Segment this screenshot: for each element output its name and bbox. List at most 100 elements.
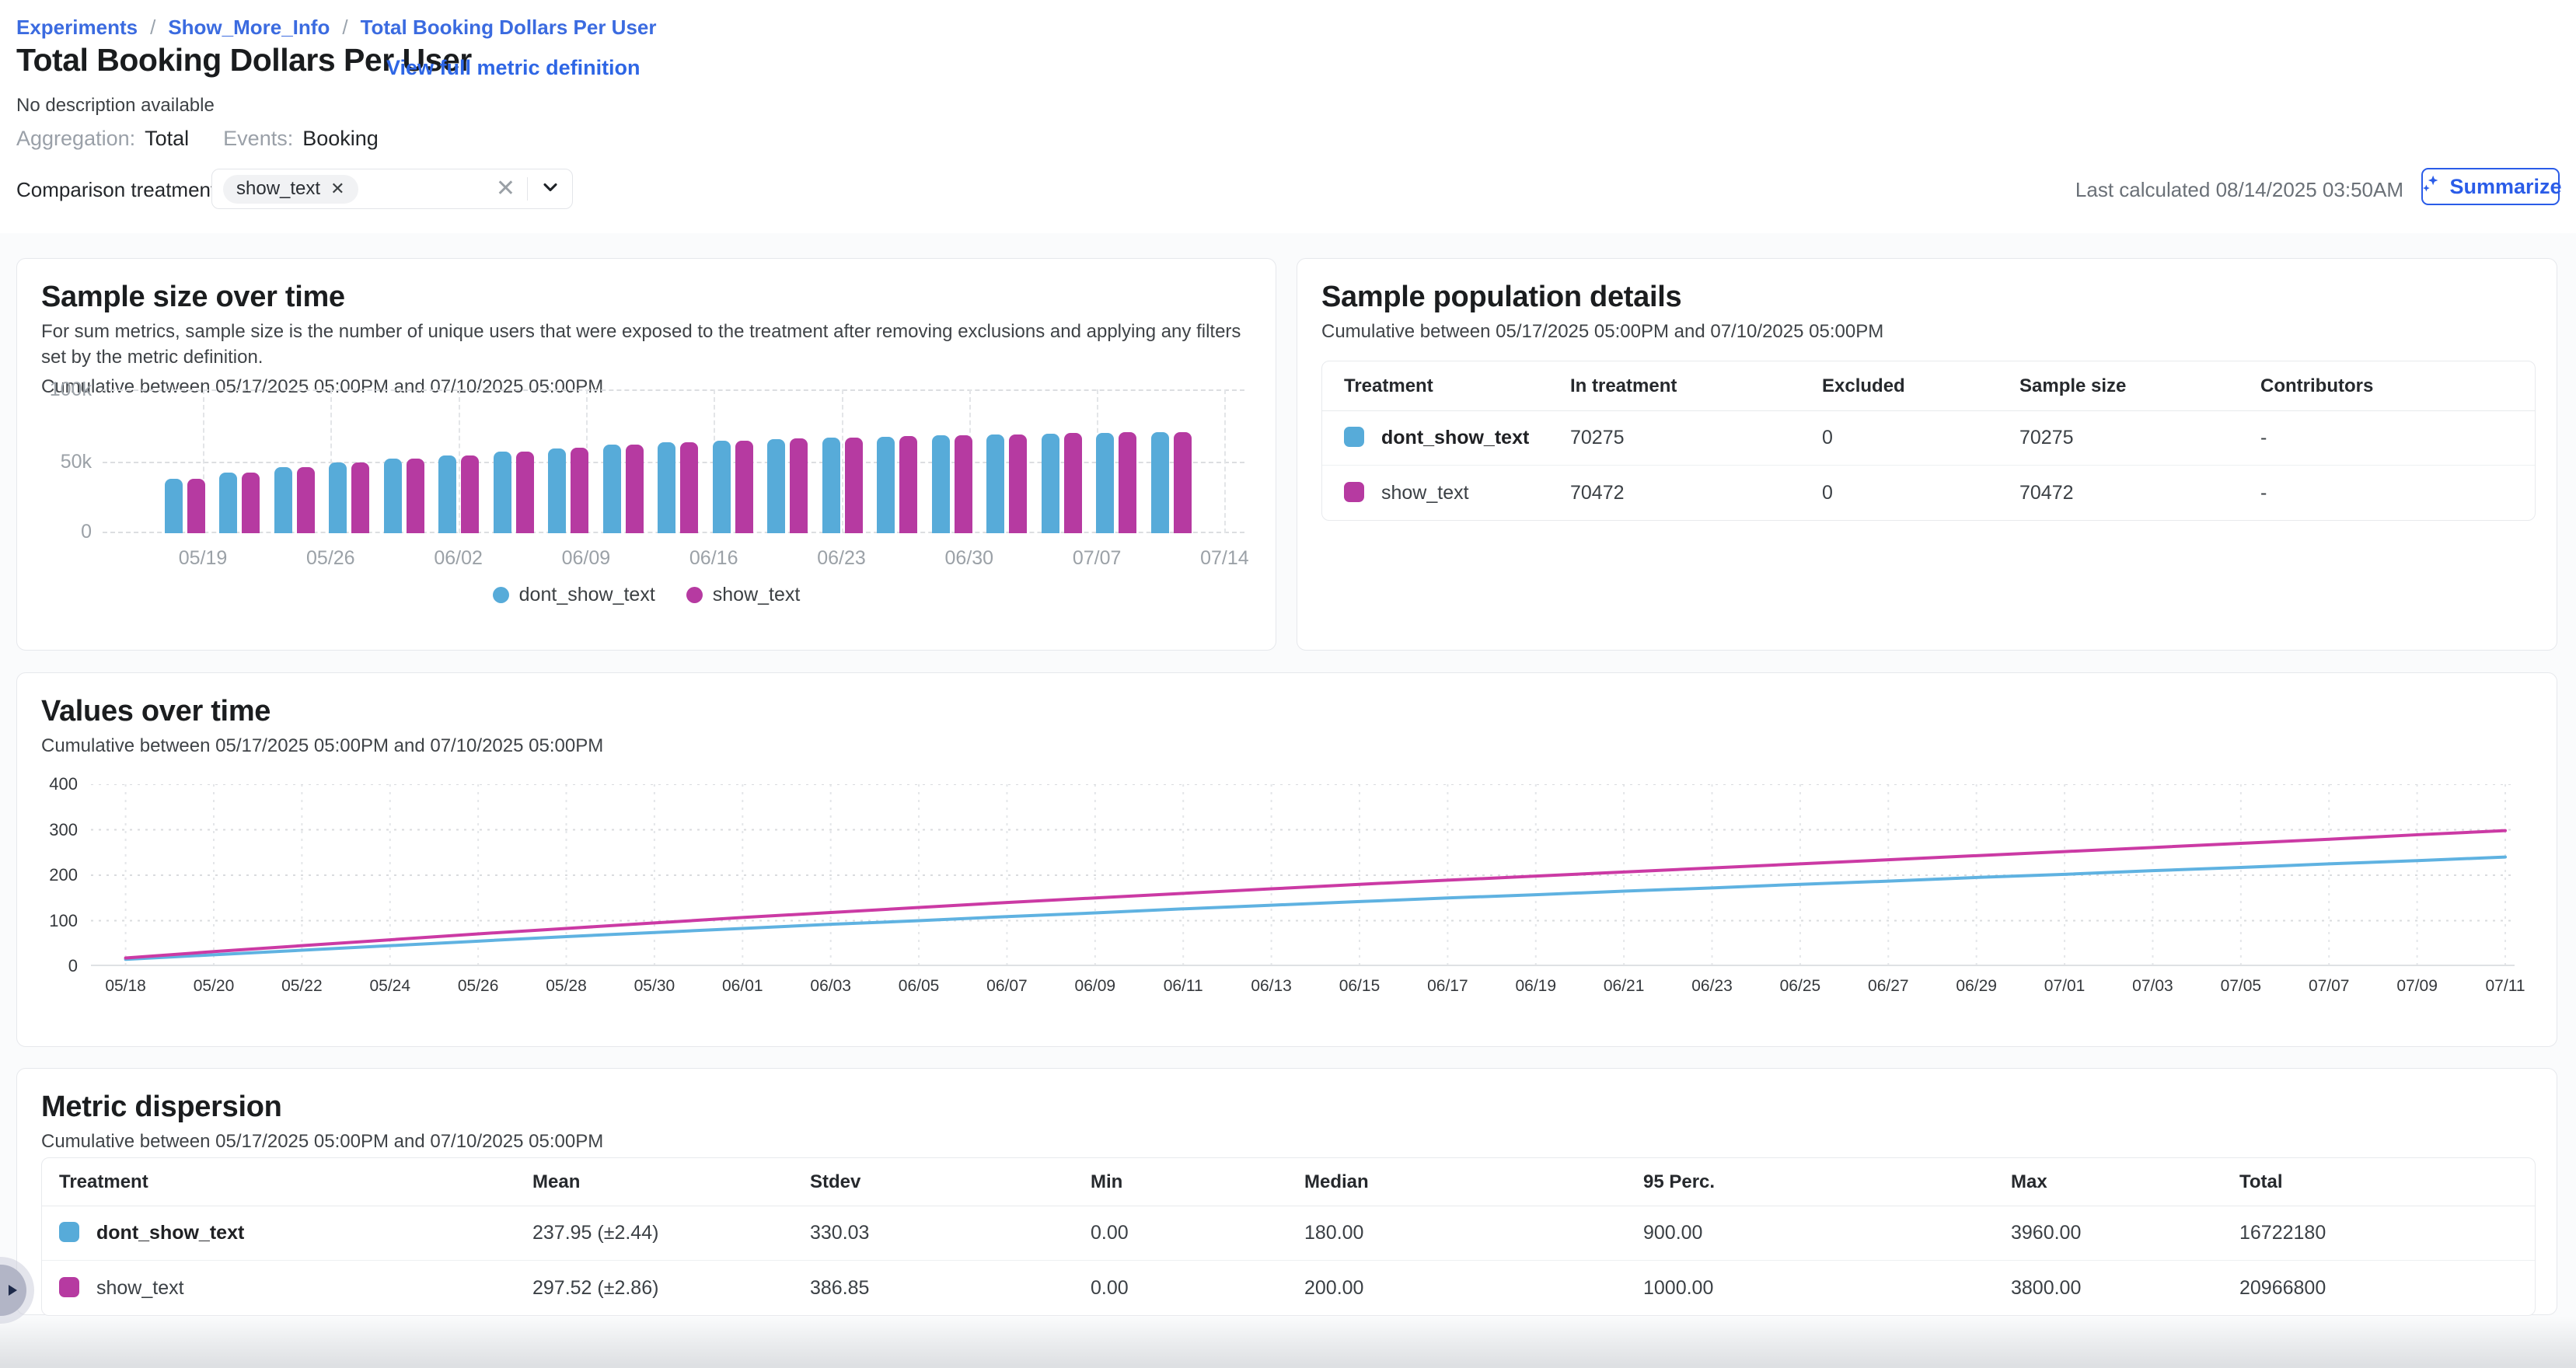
column-header: Contributors [2239, 361, 2535, 411]
table-cell: 386.85 [793, 1261, 1073, 1315]
table-cell: 70275 [1998, 411, 2239, 466]
treatment-cell: dont_show_text [1322, 411, 1548, 466]
bar-show-text[interactable] [516, 452, 534, 533]
values-line-chart[interactable] [91, 784, 2515, 966]
sample-size-bar-chart[interactable]: 100k50k0 [103, 389, 1244, 533]
table-cell: 0 [1800, 466, 1998, 520]
treatment-color-swatch [1344, 427, 1364, 447]
select-divider [527, 177, 528, 201]
legend-item[interactable]: show_text [686, 584, 801, 606]
bar-dont-show-text[interactable] [1042, 434, 1059, 533]
bar-show-text[interactable] [242, 473, 260, 533]
bar-show-text[interactable] [790, 438, 808, 533]
axis-tick-label: 06/09 [562, 547, 611, 570]
axis-tick-label: 100k [22, 379, 92, 401]
bar-show-text[interactable] [351, 462, 369, 533]
metric-description: No description available [16, 95, 215, 117]
breadcrumb: Experiments/Show_More_Info/Total Booking… [16, 16, 657, 40]
bar-show-text[interactable] [899, 436, 917, 533]
axis-tick-label: 05/22 [281, 977, 323, 996]
card-subtitle: Cumulative between 05/17/2025 05:00PM an… [41, 1129, 2532, 1154]
bar-dont-show-text[interactable] [548, 448, 566, 533]
table-cell: 200.00 [1287, 1261, 1626, 1315]
gridline [459, 389, 460, 533]
column-header: Treatment [1322, 361, 1548, 411]
bar-dont-show-text[interactable] [329, 462, 347, 533]
axis-tick-label: 06/21 [1604, 977, 1645, 996]
bar-dont-show-text[interactable] [438, 455, 456, 533]
treatment-chip[interactable]: show_text ✕ [223, 175, 358, 204]
axis-tick-label: 06/30 [945, 547, 994, 570]
bar-show-text[interactable] [735, 441, 753, 534]
summarize-button[interactable]: Summarize [2421, 168, 2560, 205]
bar-dont-show-text[interactable] [603, 445, 621, 533]
column-header: Total [2222, 1158, 2535, 1206]
table-cell: 0 [1800, 411, 1998, 466]
bar-dont-show-text[interactable] [658, 442, 675, 533]
legend-item[interactable]: dont_show_text [493, 584, 655, 606]
bar-dont-show-text[interactable] [384, 459, 402, 533]
breadcrumb-link[interactable]: Total Booking Dollars Per User [361, 16, 657, 40]
breadcrumb-link[interactable]: Show_More_Info [168, 16, 330, 40]
chip-remove-icon[interactable]: ✕ [330, 180, 344, 197]
bar-dont-show-text[interactable] [822, 438, 840, 533]
select-clear-icon[interactable]: ✕ [496, 177, 515, 201]
card-title: Sample population details [1321, 279, 2532, 315]
last-calculated: Last calculated 08/14/2025 03:50AM [2075, 178, 2403, 202]
axis-tick-label: 06/03 [810, 977, 851, 996]
comparison-treatments-label: Comparison treatments [16, 178, 226, 202]
bar-dont-show-text[interactable] [986, 434, 1004, 533]
treatment-chip-label: show_text [236, 178, 320, 200]
treatment-color-swatch [59, 1222, 79, 1242]
bar-show-text[interactable] [461, 455, 479, 533]
bar-show-text[interactable] [1009, 434, 1027, 533]
bar-show-text[interactable] [1174, 432, 1192, 533]
chevron-down-icon[interactable] [539, 176, 561, 202]
treatment-name: show_text [1381, 482, 1469, 504]
page-bottom-fade [0, 1317, 2576, 1368]
axis-tick-label: 06/11 [1164, 977, 1203, 996]
column-header: Treatment [42, 1158, 515, 1206]
bar-show-text[interactable] [626, 445, 644, 533]
bar-dont-show-text[interactable] [494, 452, 511, 533]
axis-tick-label: 07/05 [2221, 977, 2262, 996]
bar-dont-show-text[interactable] [165, 479, 183, 533]
bar-dont-show-text[interactable] [1151, 432, 1169, 533]
bar-show-text[interactable] [955, 435, 972, 533]
view-metric-definition-link[interactable]: View full metric definition [386, 56, 641, 80]
treatment-cell: show_text [42, 1261, 515, 1315]
gridline [1224, 389, 1226, 533]
series-line-dont_show_text[interactable] [126, 857, 2505, 960]
line-chart-x-axis: 05/1805/2005/2205/2405/2605/2805/3006/01… [91, 977, 2515, 999]
bar-show-text[interactable] [1119, 432, 1136, 533]
axis-tick-label: 06/02 [434, 547, 483, 570]
bar-show-text[interactable] [680, 442, 698, 533]
series-line-show_text[interactable] [126, 831, 2505, 958]
bar-show-text[interactable] [571, 448, 588, 533]
bar-show-text[interactable] [187, 479, 205, 533]
bar-dont-show-text[interactable] [767, 439, 785, 533]
bar-dont-show-text[interactable] [713, 441, 731, 533]
table-cell: 900.00 [1626, 1206, 1994, 1261]
bar-show-text[interactable] [845, 438, 863, 533]
bar-dont-show-text[interactable] [219, 473, 237, 533]
table-row: dont_show_text237.95 (±2.44)330.030.0018… [42, 1206, 2535, 1261]
bar-show-text[interactable] [407, 459, 424, 533]
treatment-name: show_text [96, 1277, 184, 1299]
axis-tick-label: 0 [17, 956, 78, 976]
treatment-name: dont_show_text [96, 1222, 244, 1244]
bar-dont-show-text[interactable] [932, 435, 950, 533]
breadcrumb-link[interactable]: Experiments [16, 16, 138, 40]
axis-tick-label: 07/09 [2396, 977, 2438, 996]
comparison-treatments-select[interactable]: show_text ✕ ✕ [211, 169, 573, 209]
bar-dont-show-text[interactable] [1096, 433, 1114, 533]
bar-show-text[interactable] [1064, 433, 1082, 533]
bar-dont-show-text[interactable] [877, 437, 895, 534]
table-cell: 70472 [1548, 466, 1800, 520]
treatment-color-swatch [59, 1277, 79, 1297]
bar-dont-show-text[interactable] [274, 467, 292, 533]
table-cell: 330.03 [793, 1206, 1073, 1261]
bar-show-text[interactable] [297, 467, 315, 533]
summarize-label: Summarize [2449, 175, 2561, 199]
metric-dispersion-card: Metric dispersion Cumulative between 05/… [16, 1068, 2557, 1315]
